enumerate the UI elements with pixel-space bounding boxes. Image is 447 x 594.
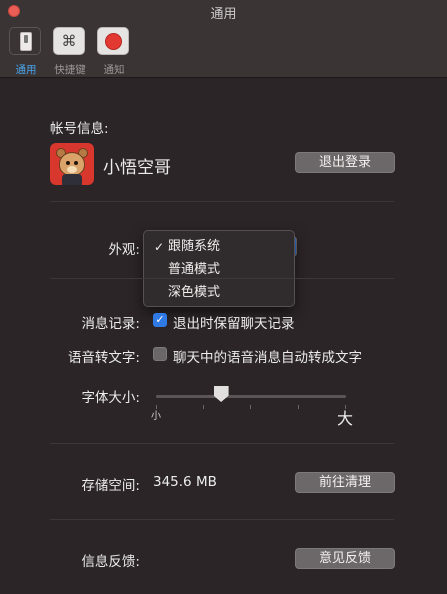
appearance-dropdown-menu: ✓ 跟随系统 普通模式 深色模式 — [143, 230, 295, 307]
divider — [50, 201, 394, 202]
font-size-min-label: 小 — [151, 411, 161, 422]
toolbar-tab-notifications[interactable]: 通知 — [94, 25, 134, 76]
divider — [50, 443, 394, 444]
checkmark-icon: ✓ — [154, 240, 165, 254]
font-size-slider[interactable] — [156, 395, 346, 398]
voice-to-text-label: 语音转文字: — [67, 350, 140, 366]
command-key-icon: ⌘ — [53, 27, 85, 55]
chat-history-label: 消息记录: — [81, 316, 140, 332]
divider — [50, 278, 394, 279]
go-clean-button[interactable]: 前往清理 — [295, 472, 395, 493]
avatar — [50, 143, 94, 185]
storage-label: 存储空间: — [81, 478, 140, 494]
storage-value: 345.6 MB — [153, 474, 217, 490]
slider-tick — [250, 405, 251, 409]
font-size-label: 字体大小: — [81, 390, 140, 406]
logout-button[interactable]: 退出登录 — [295, 152, 395, 173]
window-titlebar: 通用 通用 ⌘ 快捷键 通知 — [0, 0, 447, 78]
slider-tick — [298, 405, 299, 409]
appearance-label: 外观: — [108, 242, 140, 258]
font-size-slider-thumb[interactable] — [213, 386, 229, 402]
username: 小悟空哥 — [103, 158, 171, 178]
account-section-label: 帐号信息: — [50, 121, 109, 137]
dropdown-option-dark-mode[interactable]: 深色模式 — [144, 282, 294, 304]
toolbar-tab-shortcuts[interactable]: ⌘ 快捷键 — [50, 25, 90, 76]
auto-transcribe-label[interactable]: 聊天中的语音消息自动转成文字 — [173, 346, 362, 366]
toolbar-tab-general[interactable]: 通用 — [6, 25, 46, 76]
divider — [50, 519, 394, 520]
dropdown-option-follow-system[interactable]: ✓ 跟随系统 — [144, 236, 294, 258]
keep-history-label[interactable]: 退出时保留聊天记录 — [173, 312, 295, 332]
feedback-button[interactable]: 意见反馈 — [295, 548, 395, 569]
record-dot-icon — [97, 27, 129, 55]
slider-tick — [203, 405, 204, 409]
auto-transcribe-checkbox[interactable] — [153, 347, 167, 361]
toolbar-tab-label: 通知 — [103, 64, 125, 76]
window-title: 通用 — [210, 7, 237, 22]
toggle-switch-icon — [9, 27, 41, 55]
keep-history-checkbox[interactable]: ✓ — [153, 313, 167, 327]
font-size-max-label: 大 — [337, 409, 354, 428]
feedback-label: 信息反馈: — [81, 554, 140, 570]
